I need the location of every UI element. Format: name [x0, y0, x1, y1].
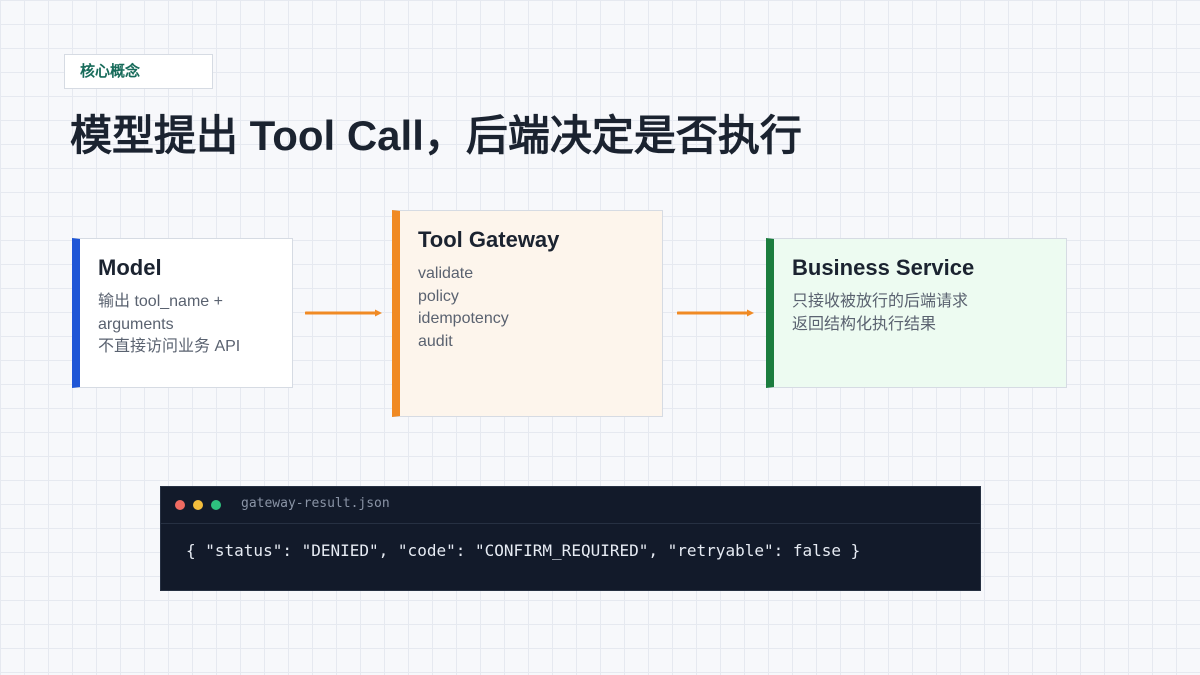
code-window-header: gateway-result.json: [161, 487, 980, 524]
model-card: Model 输出 tool_name + arguments 不直接访问业务 A…: [72, 238, 293, 388]
model-card-line: 输出 tool_name +: [98, 293, 223, 310]
section-tag: 核心概念: [64, 54, 213, 89]
tool-gateway-card-line: validate: [418, 265, 474, 282]
business-service-card-title: Business Service: [792, 255, 975, 280]
arrow-model-to-gateway-icon: [305, 306, 383, 320]
arrow-gateway-to-business-icon: [677, 306, 755, 320]
tool-gateway-card-lines: validate policy idempotency audit: [418, 263, 652, 353]
tool-gateway-card: Tool Gateway validate policy idempotency…: [392, 210, 663, 417]
business-service-card: Business Service 只接收被放行的后端请求 返回结构化执行结果: [766, 238, 1067, 388]
tool-gateway-card-line: audit: [418, 332, 453, 350]
business-service-card-line: 只接收被放行的后端请求: [792, 293, 969, 310]
window-minimize-dot-icon: [193, 500, 203, 510]
model-card-title: Model: [98, 255, 162, 280]
business-service-card-lines: 只接收被放行的后端请求 返回结构化执行结果: [792, 291, 1056, 336]
model-card-line: arguments: [98, 315, 174, 333]
code-file-name: gateway-result.json: [241, 496, 390, 511]
tool-gateway-card-line: policy: [418, 287, 459, 305]
window-maximize-dot-icon: [211, 500, 221, 510]
page-title: 模型提出 Tool Call，后端决定是否执行: [70, 112, 802, 159]
business-service-card-line: 返回结构化执行结果: [792, 315, 937, 333]
code-content: { "status": "DENIED", "code": "CONFIRM_R…: [186, 541, 861, 560]
model-card-lines: 输出 tool_name + arguments 不直接访问业务 API: [98, 291, 282, 359]
tool-gateway-card-title: Tool Gateway: [418, 227, 560, 252]
model-card-line: 不直接访问业务 API: [98, 338, 241, 355]
tool-gateway-card-line: idempotency: [418, 310, 509, 327]
window-close-dot-icon: [175, 500, 185, 510]
code-window: gateway-result.json { "status": "DENIED"…: [160, 486, 981, 591]
